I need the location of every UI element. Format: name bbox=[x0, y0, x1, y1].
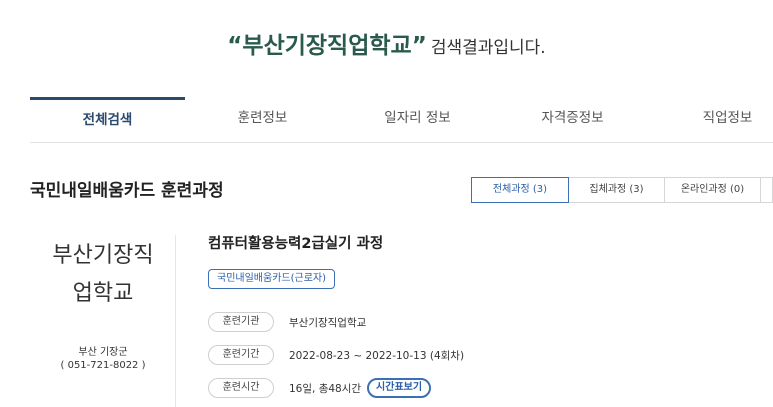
info-row-period: 훈련기간 2022-08-23 ~ 2022-10-13 (4회차) bbox=[208, 344, 464, 366]
org-name-line2: 업학교 bbox=[72, 281, 134, 306]
info-value-hours: 16일, 총48시간 bbox=[289, 382, 362, 395]
card-type-badge: 국민내일배움카드(근로자) bbox=[208, 269, 336, 289]
org-phone: ( 051-721-8022 ) bbox=[60, 360, 146, 371]
search-result-heading: “부산기장직업학교” 검색결과입니다. bbox=[0, 26, 773, 60]
course-type-tabs: 전체과정 (3) 집체과정 (3) 온라인과정 (0) bbox=[471, 177, 773, 203]
org-address: 부산 기장군 bbox=[78, 347, 128, 358]
tab-training-info[interactable]: 훈련정보 bbox=[185, 97, 340, 143]
org-name-line1: 부산기장직 bbox=[52, 243, 154, 268]
section-title: 국민내일배움카드 훈련과정 bbox=[30, 181, 224, 201]
tab-all-search[interactable]: 전체검색 bbox=[30, 97, 185, 143]
info-label-institution: 훈련기관 bbox=[208, 312, 274, 332]
subtab-all-courses[interactable]: 전체과정 (3) bbox=[471, 177, 569, 203]
info-value-institution: 부산기장직업학교 bbox=[289, 316, 367, 329]
info-row-institution: 훈련기관 부산기장직업학교 bbox=[208, 311, 366, 333]
view-schedule-button[interactable]: 시간표보기 bbox=[367, 378, 432, 398]
info-label-period: 훈련기간 bbox=[208, 345, 274, 365]
tab-job-info[interactable]: 일자리 정보 bbox=[340, 97, 495, 143]
info-value-period: 2022-08-23 ~ 2022-10-13 (4회차) bbox=[289, 349, 465, 362]
org-contact: 부산 기장군 ( 051-721-8022 ) bbox=[30, 346, 176, 372]
subtab-online-courses[interactable]: 온라인과정 (0) bbox=[665, 177, 761, 203]
org-name[interactable]: 부산기장직 업학교 bbox=[30, 237, 176, 313]
main-tab-bar: 전체검색 훈련정보 일자리 정보 자격증정보 직업정보 bbox=[30, 97, 773, 143]
training-org-panel: 부산기장직 업학교 부산 기장군 ( 051-721-8022 ) bbox=[30, 235, 176, 407]
tab-certificate-info[interactable]: 자격증정보 bbox=[495, 97, 650, 143]
subtab-more[interactable] bbox=[761, 177, 773, 203]
subtab-classroom-courses[interactable]: 집체과정 (3) bbox=[569, 177, 665, 203]
search-keyword: “부산기장직업학교” bbox=[227, 33, 427, 59]
tab-occupation-info[interactable]: 직업정보 bbox=[650, 97, 773, 143]
course-title-link[interactable]: 컴퓨터활용능력2급실기 과정 bbox=[208, 232, 383, 253]
info-label-hours: 훈련시간 bbox=[208, 378, 274, 398]
info-row-hours: 훈련시간 16일, 총48시간 시간표보기 bbox=[208, 377, 432, 399]
search-result-suffix: 검색결과입니다. bbox=[430, 38, 546, 58]
